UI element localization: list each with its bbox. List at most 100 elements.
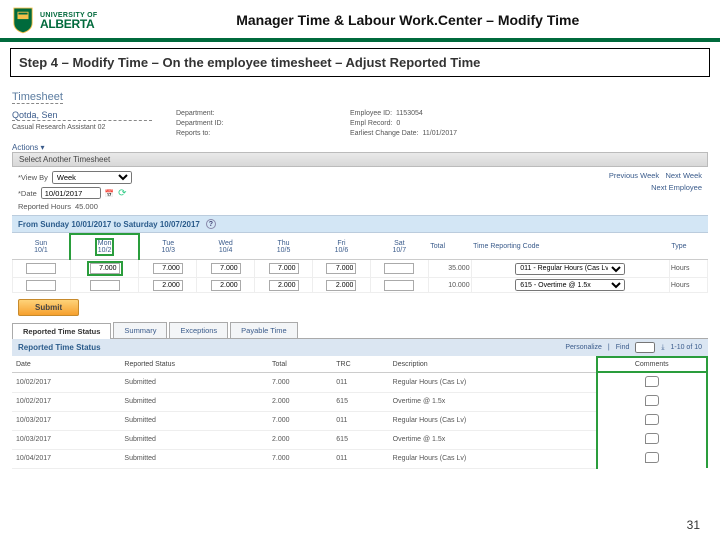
- date-label: *Date: [18, 189, 37, 198]
- comment-icon[interactable]: [645, 452, 659, 463]
- hours-input[interactable]: [269, 263, 299, 274]
- view-by-select[interactable]: Week: [52, 171, 132, 184]
- comment-icon[interactable]: [645, 433, 659, 444]
- view-by-label: *View By: [18, 173, 48, 182]
- status-cell-total: 7.000: [268, 449, 332, 468]
- find-link[interactable]: Find: [616, 344, 630, 351]
- timesheet-grid: Sun10/1Mon10/2Tue10/3Wed10/4Thu10/5Fri10…: [12, 233, 708, 293]
- logo-line2: ALBERTA: [40, 20, 97, 28]
- hours-input[interactable]: [269, 280, 299, 291]
- status-cell-total: 2.000: [268, 430, 332, 449]
- status-cell-status: Submitted: [120, 392, 268, 411]
- tab-reported-time-status[interactable]: Reported Time Status: [12, 323, 111, 339]
- status-cell-status: Submitted: [120, 449, 268, 468]
- status-cell-desc: Overtime @ 1.5x: [389, 392, 597, 411]
- comment-icon[interactable]: [645, 414, 659, 425]
- next-employee-link[interactable]: Next Employee: [651, 183, 702, 192]
- step-title: Step 4 – Modify Time – On the employee t…: [10, 48, 710, 77]
- shield-icon: [12, 6, 34, 34]
- day-header: Sun10/1: [13, 234, 71, 260]
- refresh-icon[interactable]: ⟳: [118, 188, 126, 199]
- help-icon[interactable]: ?: [206, 219, 216, 229]
- hours-input[interactable]: [211, 263, 241, 274]
- status-col-header: TRC: [332, 357, 388, 372]
- day-header: Mon10/2: [70, 234, 138, 260]
- status-cell-date: 10/04/2017: [12, 449, 120, 468]
- day-header: Wed10/4: [197, 234, 255, 260]
- hours-input[interactable]: [211, 280, 241, 291]
- comment-icon[interactable]: [645, 376, 659, 387]
- comment-icon[interactable]: [645, 395, 659, 406]
- hours-input[interactable]: [26, 263, 56, 274]
- date-range: From Sunday 10/01/2017 to Saturday 10/07…: [18, 220, 200, 229]
- empid-label: Employee ID:: [350, 110, 392, 117]
- hours-input[interactable]: [384, 280, 414, 291]
- hours-input[interactable]: [90, 280, 120, 291]
- status-row: 10/03/2017Submitted2.000615Overtime @ 1.…: [12, 430, 707, 449]
- empid-value: 1153054: [396, 110, 423, 117]
- status-col-header: Comments: [597, 357, 707, 372]
- grid-header: Total: [428, 234, 471, 260]
- earliest-change-value: 11/01/2017: [422, 130, 457, 137]
- status-cell-trc: 615: [332, 430, 388, 449]
- select-another-label[interactable]: Select Another Timesheet: [19, 155, 110, 164]
- reported-time-status-grid: DateReported StatusTotalTRCDescriptionCo…: [12, 356, 708, 469]
- hours-input[interactable]: [326, 263, 356, 274]
- grid-header: Time Reporting Code: [471, 234, 669, 260]
- row-total: 35.000: [428, 260, 471, 278]
- page-title: Manager Time & Labour Work.Center – Modi…: [107, 12, 708, 28]
- earliest-change-label: Earliest Change Date:: [350, 130, 418, 137]
- prev-week-link[interactable]: Previous Week: [609, 171, 659, 180]
- next-week-link[interactable]: Next Week: [665, 171, 702, 180]
- status-cell-trc: 615: [332, 392, 388, 411]
- tab-exceptions[interactable]: Exceptions: [169, 322, 228, 338]
- hours-input[interactable]: [153, 280, 183, 291]
- status-cell-total: 7.000: [268, 372, 332, 392]
- hours-input[interactable]: [90, 263, 120, 274]
- employee-role: Casual Research Assistant 02: [12, 124, 152, 131]
- status-col-header: Date: [12, 357, 120, 372]
- status-tabs: Reported Time StatusSummaryExceptionsPay…: [12, 322, 708, 339]
- status-row: 10/04/2017Submitted7.000011Regular Hours…: [12, 449, 707, 468]
- employee-name-link[interactable]: Qotda, Sen: [12, 110, 152, 121]
- status-cell-desc: Overtime @ 1.5x: [389, 430, 597, 449]
- day-header: Tue10/3: [139, 234, 197, 260]
- status-cell-date: 10/02/2017: [12, 392, 120, 411]
- row-total: 10.000: [428, 278, 471, 293]
- grid-download-icon[interactable]: ⤓: [661, 344, 664, 352]
- actions-menu[interactable]: Actions ▾: [12, 143, 708, 152]
- empl-record-value: 0: [396, 120, 400, 127]
- department-id-label: Department ID:: [176, 120, 326, 127]
- calendar-icon[interactable]: 📅: [105, 189, 114, 198]
- day-header: Sat10/7: [370, 234, 428, 260]
- tab-payable-time[interactable]: Payable Time: [230, 322, 297, 338]
- hours-input[interactable]: [26, 280, 56, 291]
- status-section-title: Reported Time Status: [18, 343, 101, 352]
- hours-input[interactable]: [384, 263, 414, 274]
- status-cell-total: 2.000: [268, 392, 332, 411]
- find-input[interactable]: [635, 342, 655, 353]
- trc-select[interactable]: 011 - Regular Hours (Cas Lv): [515, 263, 625, 275]
- timesheet-heading: Timesheet: [12, 91, 63, 104]
- status-cell-trc: 011: [332, 411, 388, 430]
- trc-select[interactable]: 615 - Overtime @ 1.5x: [515, 279, 625, 291]
- status-cell-status: Submitted: [120, 430, 268, 449]
- status-cell-total: 7.000: [268, 411, 332, 430]
- hours-input[interactable]: [326, 280, 356, 291]
- status-cell-status: Submitted: [120, 411, 268, 430]
- date-input[interactable]: [41, 187, 101, 199]
- status-row: 10/02/2017Submitted7.000011Regular Hours…: [12, 372, 707, 392]
- row-count: 1-10 of 10: [670, 344, 702, 351]
- slide-number: 31: [687, 518, 700, 532]
- status-row: 10/02/2017Submitted2.000615Overtime @ 1.…: [12, 392, 707, 411]
- status-cell-desc: Regular Hours (Cas Lv): [389, 372, 597, 392]
- status-row: 10/03/2017Submitted7.000011Regular Hours…: [12, 411, 707, 430]
- submit-button[interactable]: Submit: [18, 299, 79, 316]
- personalize-link[interactable]: Personalize: [565, 344, 602, 351]
- day-header: Fri10/6: [312, 234, 370, 260]
- hours-input[interactable]: [153, 263, 183, 274]
- tab-summary[interactable]: Summary: [113, 322, 167, 338]
- status-cell-trc: 011: [332, 372, 388, 392]
- grid-header: Type: [669, 234, 707, 260]
- status-cell-status: Submitted: [120, 372, 268, 392]
